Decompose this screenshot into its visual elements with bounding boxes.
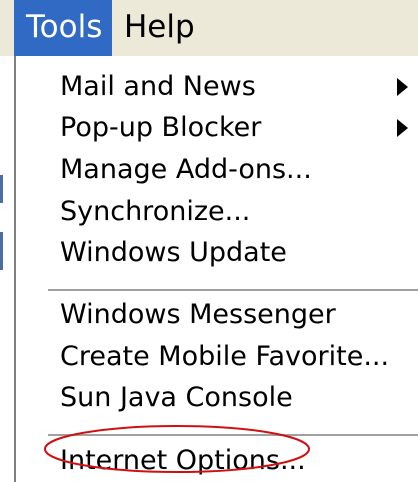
menu-item-label: Pop-up Blocker [60, 112, 262, 143]
menu-item-internet-options[interactable]: Internet Options... [60, 444, 306, 478]
menu-item-sun-java-console[interactable]: Sun Java Console [60, 381, 293, 415]
menu-item-create-mobile-favorite[interactable]: Create Mobile Favorite... [60, 340, 389, 374]
menu-separator [48, 289, 418, 292]
window-edge-fragment [0, 232, 3, 270]
menu-item-windows-messenger[interactable]: Windows Messenger [60, 298, 336, 332]
menu-item-label: Synchronize... [60, 196, 251, 227]
menu-item-label: Windows Messenger [60, 299, 336, 330]
menu-tools[interactable]: Tools [14, 0, 112, 56]
menu-item-manage-add-ons[interactable]: Manage Add-ons... [60, 153, 312, 187]
menu-item-popup-blocker[interactable]: Pop-up Blocker [60, 111, 406, 145]
window-edge-fragment [0, 175, 3, 203]
menu-item-label: Internet Options... [60, 445, 306, 476]
menu-item-label: Manage Add-ons... [60, 154, 312, 185]
menu-bar: Tools Help [0, 0, 418, 56]
menu-help[interactable]: Help [124, 0, 204, 56]
triangle-right-icon [397, 119, 408, 137]
menu-item-label: Sun Java Console [60, 382, 293, 413]
menu-item-label: Windows Update [60, 237, 287, 268]
menu-item-synchronize[interactable]: Synchronize... [60, 195, 250, 229]
menu-item-label: Create Mobile Favorite... [60, 341, 390, 372]
menu-separator [48, 434, 418, 437]
tools-dropdown-menu: Mail and News Pop-up Blocker Manage Add-… [14, 56, 418, 482]
menu-item-windows-update[interactable]: Windows Update [60, 236, 287, 270]
menu-item-label: Mail and News [60, 71, 256, 102]
menu-item-mail-and-news[interactable]: Mail and News [60, 70, 406, 104]
triangle-right-icon [397, 78, 408, 96]
